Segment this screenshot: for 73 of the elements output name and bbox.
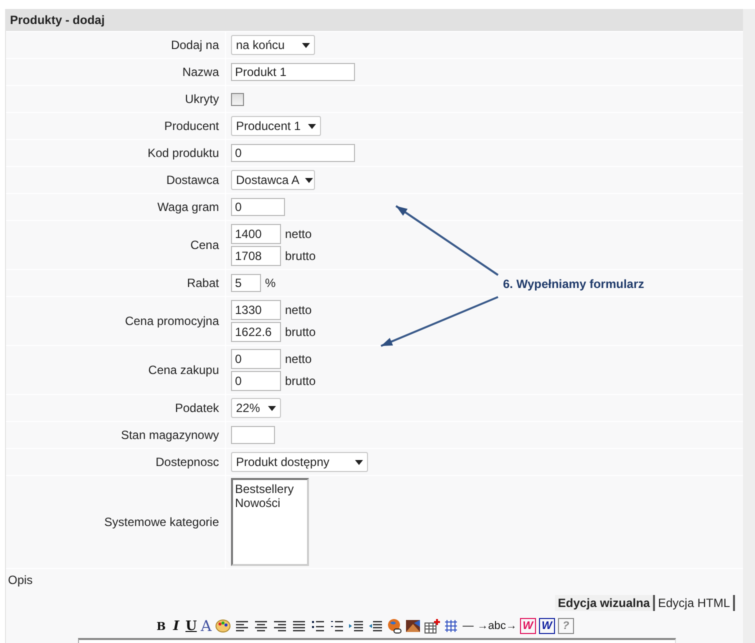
toolbar-button[interactable]: U xyxy=(185,618,198,634)
field-label: Cena xyxy=(190,238,219,252)
unit-label: netto xyxy=(285,352,312,366)
input-field[interactable]: 5 xyxy=(231,274,261,292)
field-label: Dostepnosc xyxy=(156,455,219,469)
field-label: Kod produktu xyxy=(148,146,219,160)
list-box[interactable]: Bestsellery Nowości xyxy=(231,478,309,566)
palette-icon[interactable] xyxy=(215,618,232,634)
field-label: Nazwa xyxy=(182,65,219,79)
panel-title: Produkty - dodaj xyxy=(6,9,743,32)
table-icon[interactable] xyxy=(424,618,440,634)
field-label: Systemowe kategorie xyxy=(104,515,219,529)
toolbar-button[interactable]: — xyxy=(462,620,474,632)
globe-icon[interactable] xyxy=(386,618,402,634)
checkbox[interactable] xyxy=(231,92,244,106)
input-field[interactable]: 0 xyxy=(231,371,281,391)
input-field[interactable]: 1622.6 xyxy=(231,322,281,342)
unit-label: netto xyxy=(285,227,312,241)
dropdown[interactable]: Dostawca A xyxy=(231,170,315,190)
align-left-icon[interactable] xyxy=(234,618,250,634)
toolbar-button[interactable]: A xyxy=(200,617,212,635)
toolbar-button[interactable]: I xyxy=(170,618,182,634)
unit-label: netto xyxy=(285,303,312,317)
editor-tab[interactable]: Edycja HTML xyxy=(654,595,735,611)
field-label: Opis xyxy=(8,573,33,587)
input-field[interactable]: 1330 xyxy=(231,300,281,320)
input-field[interactable]: Produkt 1 xyxy=(231,63,355,81)
input-field[interactable]: 1708 xyxy=(231,246,281,266)
dropdown[interactable]: na końcu xyxy=(231,35,315,55)
bullets-icon[interactable] xyxy=(310,618,326,634)
field-label: Cena promocyjna xyxy=(124,314,219,328)
input-field[interactable]: 0 xyxy=(231,198,285,216)
numbers-icon[interactable] xyxy=(329,618,346,634)
caret-icon xyxy=(355,460,363,464)
list-option[interactable]: Bestsellery xyxy=(235,482,305,496)
field-label: Cena zakupu xyxy=(148,363,219,377)
dropdown[interactable]: Produkt dostępny xyxy=(231,452,368,472)
input-field[interactable]: 0 xyxy=(231,349,281,369)
outdent-icon[interactable] xyxy=(367,618,384,634)
toolbar-button[interactable]: W xyxy=(538,618,555,634)
dropdown[interactable]: Producent 1 xyxy=(231,116,321,136)
annotation-text: 6. Wypełniamy formularz xyxy=(503,277,644,291)
image-icon[interactable] xyxy=(405,618,422,634)
caret-icon xyxy=(305,178,314,182)
field-label: Podatek xyxy=(174,401,219,415)
list-option[interactable]: Nowości xyxy=(235,496,305,510)
input-field[interactable]: 0 xyxy=(231,144,355,162)
unit-label: % xyxy=(265,276,276,290)
field-label: Ukryty xyxy=(185,92,219,106)
toolbar-button[interactable]: →abc→ xyxy=(477,620,517,632)
field-label: Dodaj na xyxy=(170,38,219,52)
caret-icon xyxy=(302,42,310,48)
justify-icon[interactable] xyxy=(291,618,308,634)
caret-icon xyxy=(308,124,316,128)
field-label: Dostawca xyxy=(166,173,219,187)
field-label: Rabat xyxy=(186,276,219,290)
grid-icon[interactable] xyxy=(443,618,460,634)
toolbar-button[interactable]: B xyxy=(155,620,168,632)
caret-icon xyxy=(268,406,276,410)
unit-label: brutto xyxy=(285,325,316,339)
toolbar-button[interactable]: W xyxy=(520,618,536,634)
input-field[interactable] xyxy=(231,426,275,444)
dropdown[interactable]: 22% xyxy=(231,398,281,418)
align-right-icon[interactable] xyxy=(272,618,288,634)
field-label: Producent xyxy=(164,119,219,133)
field-label: Waga gram xyxy=(157,200,219,214)
input-field[interactable]: 1400 xyxy=(231,224,281,244)
field-label: Stan magazynowy xyxy=(120,428,219,442)
unit-label: brutto xyxy=(285,249,316,263)
align-center-icon[interactable] xyxy=(253,618,270,634)
indent-icon[interactable] xyxy=(348,618,364,634)
unit-label: brutto xyxy=(285,374,316,388)
editor-tab[interactable]: Edycja wizualna xyxy=(554,595,655,611)
